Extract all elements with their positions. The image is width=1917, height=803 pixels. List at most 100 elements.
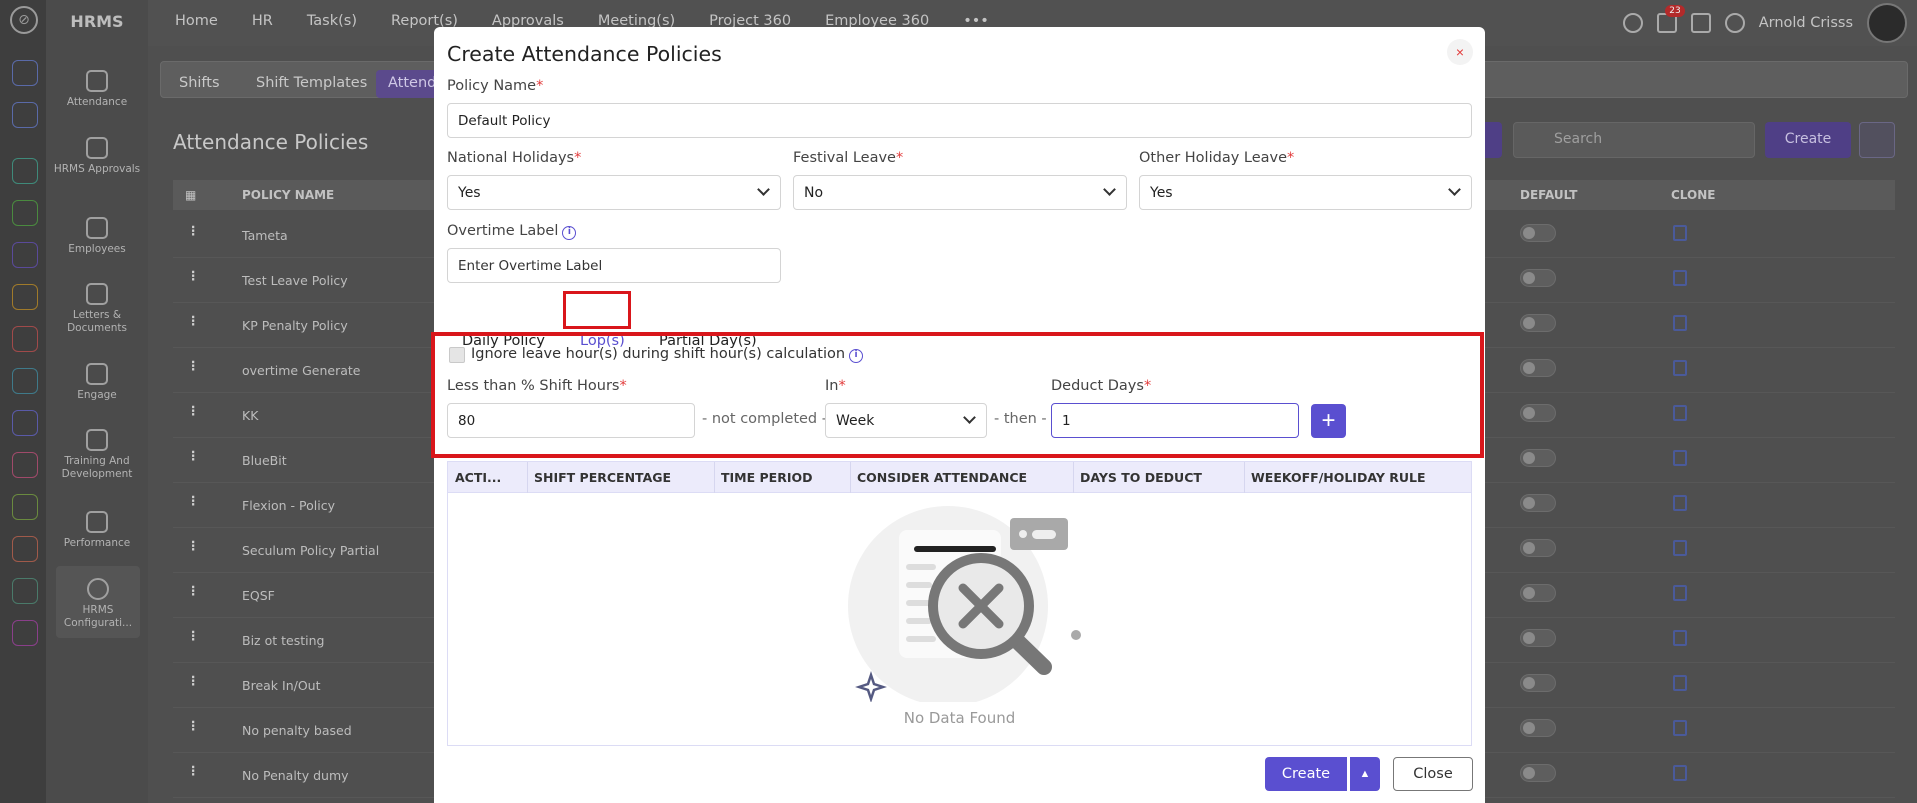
chevron-down-icon bbox=[963, 411, 976, 424]
nav-home[interactable]: Home bbox=[175, 13, 218, 29]
row-menu-icon[interactable]: ⋮ bbox=[187, 628, 200, 643]
bg-tab-shifts[interactable]: Shifts bbox=[167, 70, 232, 98]
bell-icon[interactable]: 23 bbox=[1656, 5, 1685, 33]
default-toggle[interactable] bbox=[1520, 359, 1556, 377]
default-toggle[interactable] bbox=[1520, 314, 1556, 332]
rail-icon-layers[interactable] bbox=[12, 410, 38, 436]
add-rule-button[interactable]: + bbox=[1311, 404, 1346, 438]
default-toggle[interactable] bbox=[1520, 764, 1556, 782]
hrms-sidebar: HRMS Attendance HRMS Approvals Employees… bbox=[46, 0, 148, 803]
sidebar-item-performance[interactable]: Performance bbox=[46, 511, 148, 550]
clone-icon[interactable] bbox=[1673, 630, 1687, 646]
rail-icon-home[interactable] bbox=[12, 60, 38, 86]
columns-icon[interactable]: ▦ bbox=[185, 188, 196, 202]
ignore-leave-checkbox[interactable] bbox=[449, 347, 465, 363]
default-toggle[interactable] bbox=[1520, 674, 1556, 692]
user-name[interactable]: Arnold Crisss bbox=[1759, 15, 1853, 31]
clone-icon[interactable] bbox=[1673, 495, 1687, 511]
row-menu-icon[interactable]: ⋮ bbox=[187, 718, 200, 733]
create-button[interactable]: Create bbox=[1265, 757, 1347, 791]
clone-icon[interactable] bbox=[1673, 360, 1687, 376]
rail-icon-bag[interactable] bbox=[12, 242, 38, 268]
bg-tab-shift-templates[interactable]: Shift Templates bbox=[244, 70, 379, 98]
row-menu-icon[interactable]: ⋮ bbox=[187, 403, 200, 418]
row-menu-icon[interactable]: ⋮ bbox=[187, 583, 200, 598]
col-actions: ACTI... bbox=[455, 470, 502, 485]
sidebar-item-training[interactable]: Training And Development bbox=[46, 429, 148, 481]
nav-tasks[interactable]: Task(s) bbox=[307, 13, 357, 29]
clone-icon[interactable] bbox=[1673, 540, 1687, 556]
default-toggle[interactable] bbox=[1520, 404, 1556, 422]
col-days-to-deduct: DAYS TO DEDUCT bbox=[1080, 470, 1202, 485]
rail-icon-book[interactable] bbox=[12, 494, 38, 520]
other-holiday-leave-select[interactable]: Yes bbox=[1139, 175, 1472, 210]
close-icon[interactable]: × bbox=[1447, 39, 1473, 65]
bg-search-input[interactable]: Search bbox=[1513, 122, 1755, 158]
clone-icon[interactable] bbox=[1673, 315, 1687, 331]
row-menu-icon[interactable]: ⋮ bbox=[187, 223, 200, 238]
clone-icon[interactable] bbox=[1673, 765, 1687, 781]
sidebar-item-letters[interactable]: Letters & Documents bbox=[46, 283, 148, 335]
default-toggle[interactable] bbox=[1520, 449, 1556, 467]
row-menu-icon[interactable]: ⋮ bbox=[187, 448, 200, 463]
sidebar-item-attendance[interactable]: Attendance bbox=[46, 70, 148, 109]
sidebar-item-hrms-approvals[interactable]: HRMS Approvals bbox=[46, 137, 148, 176]
info-icon[interactable]: i bbox=[562, 226, 577, 240]
row-menu-icon[interactable]: ⋮ bbox=[187, 538, 200, 553]
default-toggle[interactable] bbox=[1520, 269, 1556, 287]
sidebar-item-hrms-configuration[interactable]: HRMS Configurati... bbox=[56, 566, 140, 638]
row-menu-icon[interactable]: ⋮ bbox=[187, 358, 200, 373]
avatar[interactable] bbox=[1867, 3, 1907, 43]
festival-leave-select[interactable]: No bbox=[793, 175, 1127, 210]
clone-icon[interactable] bbox=[1673, 450, 1687, 466]
default-toggle[interactable] bbox=[1520, 629, 1556, 647]
rail-icon-settings[interactable] bbox=[12, 620, 38, 646]
row-menu-icon[interactable]: ⋮ bbox=[187, 673, 200, 688]
rail-icon-building[interactable] bbox=[12, 578, 38, 604]
national-holidays-select[interactable]: Yes bbox=[447, 175, 781, 210]
default-toggle[interactable] bbox=[1520, 719, 1556, 737]
row-menu-icon[interactable]: ⋮ bbox=[187, 763, 200, 778]
overtime-label-label: Overtime Label i bbox=[447, 223, 577, 240]
rail-icon-chart[interactable] bbox=[12, 326, 38, 352]
clone-icon[interactable] bbox=[1673, 405, 1687, 421]
shift-percent-input[interactable] bbox=[447, 403, 695, 438]
default-toggle[interactable] bbox=[1520, 224, 1556, 242]
clone-icon[interactable] bbox=[1673, 585, 1687, 601]
row-menu-icon[interactable]: ⋮ bbox=[187, 268, 200, 283]
clone-icon[interactable] bbox=[1673, 720, 1687, 736]
rail-icon-people[interactable] bbox=[12, 284, 38, 310]
bg-create-button[interactable]: Create bbox=[1765, 122, 1851, 158]
create-options-caret-icon[interactable]: ▲ bbox=[1350, 757, 1380, 791]
clone-icon[interactable] bbox=[1673, 225, 1687, 241]
clone-icon[interactable] bbox=[1673, 270, 1687, 286]
compass-logo-icon[interactable]: ⊘ bbox=[10, 6, 38, 34]
rail-icon-leaf[interactable] bbox=[12, 200, 38, 226]
overtime-label-input[interactable] bbox=[447, 248, 781, 283]
sidebar-item-engage[interactable]: Engage bbox=[46, 363, 148, 402]
default-toggle[interactable] bbox=[1520, 584, 1556, 602]
policy-name-cell: Biz ot testing bbox=[242, 633, 325, 648]
rail-icon-tool[interactable] bbox=[12, 536, 38, 562]
sidebar-item-employees[interactable]: Employees bbox=[46, 217, 148, 256]
apps-grid-icon[interactable] bbox=[1690, 13, 1711, 33]
row-menu-icon[interactable]: ⋮ bbox=[187, 493, 200, 508]
default-toggle[interactable] bbox=[1520, 494, 1556, 512]
row-menu-icon[interactable]: ⋮ bbox=[187, 313, 200, 328]
close-button[interactable]: Close bbox=[1393, 757, 1473, 791]
rail-icon-tree[interactable] bbox=[12, 158, 38, 184]
user-icon bbox=[86, 217, 108, 239]
deduct-days-input[interactable] bbox=[1051, 403, 1299, 438]
nav-hr[interactable]: HR bbox=[252, 13, 273, 29]
info-icon[interactable]: i bbox=[849, 349, 864, 363]
clone-icon[interactable] bbox=[1673, 675, 1687, 691]
policy-name-input[interactable] bbox=[447, 103, 1472, 138]
search-icon[interactable] bbox=[1622, 13, 1643, 33]
rail-icon-chat[interactable] bbox=[12, 452, 38, 478]
rail-icon-pin[interactable] bbox=[12, 102, 38, 128]
in-period-select[interactable]: Week bbox=[825, 403, 987, 438]
settings-gear-icon[interactable] bbox=[1724, 13, 1745, 33]
rail-icon-doc[interactable] bbox=[12, 368, 38, 394]
filter-icon[interactable] bbox=[1859, 122, 1895, 158]
default-toggle[interactable] bbox=[1520, 539, 1556, 557]
